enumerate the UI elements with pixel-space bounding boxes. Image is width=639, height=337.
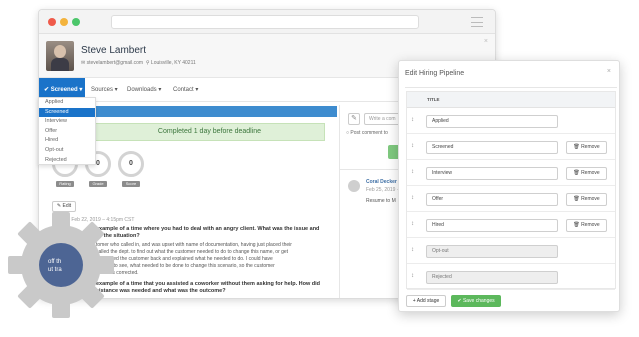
- post-comment-radio[interactable]: ○ Post comment to: [346, 130, 388, 136]
- close-icon[interactable]: ×: [484, 38, 488, 45]
- stages-table: TITLE ↕ Applied ↕ Screened 🗑︎ Remove ↕ Intervi…: [406, 91, 616, 290]
- drag-handle-icon[interactable]: ↕: [411, 195, 414, 201]
- table-row: ↕ Applied: [407, 109, 615, 134]
- close-window-dot[interactable]: [48, 18, 56, 26]
- modal-title: Edit Hiring Pipeline: [405, 70, 465, 77]
- candidate-contact: ✉ stevelambert@gmail.com ⚲ Louisville, K…: [81, 60, 196, 66]
- score-label: Score: [122, 181, 140, 187]
- dropdown-item-applied[interactable]: Applied: [39, 98, 95, 108]
- candidate-email[interactable]: stevelambert@gmail.com: [87, 60, 143, 66]
- comment-body: Resume to M: [366, 198, 396, 204]
- score-circle: 0: [118, 151, 144, 177]
- location-icon: ⚲: [144, 60, 150, 66]
- edit-pipeline-modal: Edit Hiring Pipeline × TITLE ↕ Applied ↕ Sc…: [398, 60, 620, 312]
- table-row: ↕ Screened 🗑︎ Remove: [407, 135, 615, 160]
- dropdown-item-screened[interactable]: Screened: [39, 107, 95, 118]
- save-changes-button[interactable]: ✔ Save changes: [451, 295, 501, 307]
- table-row: ↕ Interview 🗑︎ Remove: [407, 161, 615, 186]
- drag-handle-icon[interactable]: ↕: [411, 117, 414, 123]
- title-column-header: TITLE: [407, 92, 615, 108]
- remove-label: Remove: [581, 170, 600, 176]
- check-icon: ✔: [457, 298, 462, 304]
- table-row: ↕ Offer 🗑︎ Remove: [407, 187, 615, 212]
- maximize-window-dot[interactable]: [72, 18, 80, 26]
- close-icon[interactable]: ×: [607, 68, 611, 75]
- dropdown-item-rejected[interactable]: Rejected: [39, 156, 95, 166]
- remove-stage-button[interactable]: 🗑︎ Remove: [566, 219, 607, 232]
- table-row: ↕ Hired 🗑︎ Remove: [407, 213, 615, 238]
- drag-handle-icon[interactable]: ↕: [411, 273, 414, 279]
- stage-title-input[interactable]: Opt-out: [426, 245, 558, 258]
- address-bar[interactable]: [111, 15, 419, 29]
- dropdown-item-offer[interactable]: Offer: [39, 127, 95, 137]
- remove-label: Remove: [581, 144, 600, 150]
- comment-author[interactable]: Coral Decker: [366, 179, 397, 186]
- question-2-line-2: sistance was needed and what was the out…: [96, 288, 226, 294]
- browser-chrome: [39, 10, 495, 34]
- remove-label: Remove: [581, 196, 600, 202]
- stage-title-input[interactable]: Screened: [426, 141, 558, 154]
- stage-title-input[interactable]: Hired: [426, 219, 558, 232]
- stage-dropdown-menu: Applied Screened Interview Offer Hired O…: [38, 97, 96, 165]
- trash-icon: 🗑︎: [573, 170, 582, 176]
- nav-contact[interactable]: Contact ▾: [173, 78, 198, 102]
- candidate-location: Louisville, KY 40211: [150, 60, 196, 66]
- trash-icon: 🗑︎: [573, 144, 582, 150]
- drag-handle-icon[interactable]: ↕: [411, 247, 414, 253]
- minimize-window-dot[interactable]: [60, 18, 68, 26]
- dropdown-item-hired[interactable]: Hired: [39, 136, 95, 146]
- stage-title-input[interactable]: Interview: [426, 167, 558, 180]
- table-row: ↕ Opt-out: [407, 239, 615, 264]
- edit-button[interactable]: ✎ Edit: [52, 201, 76, 212]
- deadline-banner: Completed 1 day before deadline: [94, 123, 325, 141]
- drag-handle-icon[interactable]: ↕: [411, 143, 414, 149]
- stage: Steve Lambert ✉ stevelambert@gmail.com ⚲…: [0, 0, 639, 337]
- grade-label: Grade: [89, 181, 107, 187]
- drag-handle-icon[interactable]: ↕: [411, 221, 414, 227]
- stage-label: Screened: [50, 87, 78, 93]
- table-row: ↕ Rejected: [407, 265, 615, 290]
- check-icon: ✔: [44, 87, 51, 93]
- mail-icon: ✉: [81, 60, 86, 66]
- dropdown-item-opt-out[interactable]: Opt-out: [39, 146, 95, 156]
- dropdown-item-interview[interactable]: Interview: [39, 117, 95, 127]
- rating-label: Rating: [56, 181, 74, 187]
- paperclip-icon[interactable]: ✎: [348, 113, 360, 125]
- modal-divider: [405, 87, 617, 89]
- plus-icon: +: [412, 298, 416, 304]
- remove-stage-button[interactable]: 🗑︎ Remove: [566, 141, 607, 154]
- stage-title-input[interactable]: Applied: [426, 115, 558, 128]
- drag-handle-icon[interactable]: ↕: [411, 169, 414, 175]
- gear-icon: off th ut tra: [8, 212, 114, 318]
- comment-date: Feb 25, 2019 ·: [366, 187, 399, 193]
- nav-downloads[interactable]: Downloads ▾: [127, 78, 161, 102]
- remove-stage-button[interactable]: 🗑︎ Remove: [566, 193, 607, 206]
- trash-icon: 🗑︎: [573, 222, 582, 228]
- remove-label: Remove: [581, 222, 600, 228]
- overlay-text-2: ut tra: [48, 267, 62, 273]
- remove-stage-button[interactable]: 🗑︎ Remove: [566, 167, 607, 180]
- chevron-down-icon: ▾: [79, 87, 83, 93]
- pencil-icon: ✎: [56, 203, 62, 209]
- stage-title-input[interactable]: Offer: [426, 193, 558, 206]
- add-stage-button[interactable]: + Add stage: [406, 295, 446, 307]
- candidate-photo: [46, 41, 74, 71]
- overlay-text-1: off th: [48, 259, 61, 265]
- trash-icon: 🗑︎: [573, 196, 582, 202]
- commenter-avatar: [348, 180, 360, 192]
- menu-icon[interactable]: [471, 17, 483, 27]
- stage-title-input[interactable]: Rejected: [426, 271, 558, 284]
- candidate-name: Steve Lambert: [81, 45, 147, 56]
